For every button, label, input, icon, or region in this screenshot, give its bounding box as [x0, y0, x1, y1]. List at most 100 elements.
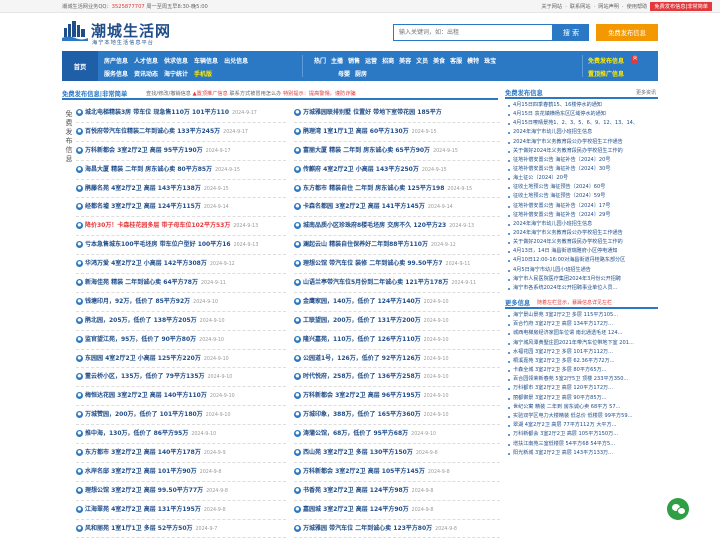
listing-title[interactable]: 新海佳苑 精装 二年到诚心卖 64平方78万 — [85, 279, 198, 286]
left-listing-link[interactable]: ● 东园园 4室2厅2卫 小高层 125平方220万 2024-9-10 — [76, 353, 229, 362]
listing-title[interactable]: 万城赞园，200万，低价了 101平方180万 — [85, 411, 203, 418]
nav-invest[interactable]: 招商 — [382, 56, 394, 65]
site-title[interactable]: 潮城生活网 — [91, 20, 171, 41]
listing-title[interactable]: 推中海，130万，低价了 86平方95万 — [85, 430, 188, 437]
listing-title[interactable]: 涛蒲公馆，68万，低价了 95平方68万 — [303, 430, 408, 437]
more-title[interactable]: 更多信息 — [505, 298, 530, 307]
nav-baby[interactable]: 母婴 — [338, 69, 350, 78]
listing-title[interactable]: 万科新都会 3室2厅2卫 高层 96平方195万 — [303, 392, 421, 399]
nav-sales[interactable]: 销售 — [348, 56, 360, 65]
more-item[interactable]: 阳光新城 3室2厅2卫 高层 143平方133万... — [505, 449, 658, 458]
more-item[interactable]: 万科新都会 3室2厅2卫 高层 105平方150万... — [505, 430, 658, 439]
mid-listing-link[interactable]: ● 时代悦府，258万，低价了 136平方258万 2024-9-10 — [294, 371, 449, 381]
left-listing-link[interactable]: ● 梅恒达花园 3室2厅2卫 高层 140平方110万 2024-9-10 — [76, 390, 235, 400]
left-listing-link[interactable]: ● 理想公馆 3室2厅2卫 高层 99.50平方77万 2024-9-8 — [76, 485, 228, 494]
nav-news[interactable]: 资讯动态 — [134, 69, 158, 78]
mid-listing-link[interactable]: ● 西山苑 3室2厅2卫 多层 130平方150万 2024-9-8 — [294, 447, 438, 457]
more-item[interactable]: 实验双学区电力大楼精装 低总价 低楼层 99平方59... — [505, 412, 658, 421]
more-item[interactable]: 桐溪嘉苑 3室2厅2卫 多层 62.36平方72万... — [505, 357, 658, 366]
news-item[interactable]: 2024年海宁市幼儿园小班招生信息 — [505, 128, 658, 137]
listing-title[interactable]: 亏本急售城东100平毛坯房 带车位户型好 100平方16 — [85, 241, 231, 248]
listing-title[interactable]: 华鸿万爱 4室2厅2卫 小高层 142平方308万 — [85, 260, 207, 267]
left-listing-link[interactable]: ● 万城赞园，200万，低价了 101平方180万 2024-9-10 — [76, 409, 231, 419]
news-item[interactable]: 海宁市各系统2024年公开招聘事业单位人员... — [505, 284, 658, 293]
nav-publish[interactable]: 免费发布信息 — [588, 56, 624, 65]
listing-title[interactable]: 城南品质小区珍珠府8楼毛坯房 交房不久 120平方23 — [303, 222, 446, 229]
nav-support[interactable]: 客服 — [450, 56, 462, 65]
nav-stats[interactable]: 海宁统计 — [164, 69, 188, 78]
mid-listing-link[interactable]: ● 万城雅园 带汽车位 二年到诚心卖 123平方80万 2024-9-8 — [294, 523, 457, 532]
news-item[interactable]: 征收土地预公告 海征预告〔2024〕60号 — [505, 183, 658, 192]
listing-title[interactable]: 东园园 4室2厅2卫 小高层 125平方220万 — [85, 355, 201, 362]
promote-link[interactable]: ▲置顶推广信息 — [193, 91, 228, 97]
mid-listing-link[interactable]: ● 东方都市 精装自住 二年到 房东诚心卖 125平方198 2024-9-15 — [294, 183, 472, 192]
mid-listing-link[interactable]: ● 万科新都会 3室2厅2卫 高层 96平方195万 2024-9-10 — [294, 390, 449, 400]
mid-listing-link[interactable]: ● 城南品质小区珍珠府8楼毛坯房 交房不久 120平方23 2024-9-13 — [294, 220, 474, 230]
manage-link[interactable]: 查找/修改/撤销信息 — [146, 91, 191, 97]
listing-title[interactable]: 山语兰亭带汽车位5月份到二年诚心卖 121平方178万 — [303, 279, 448, 286]
mid-listing-link[interactable]: ● 卡森名都园 3室2厅2卫 高层 141平方145万 2024-9-14 — [294, 201, 453, 211]
search-input[interactable] — [393, 24, 553, 41]
mid-listing-link[interactable]: ● 涛蒲公馆，68万，低价了 95平方68万 2024-9-10 — [294, 428, 436, 438]
mid-listing-link[interactable]: ● 理想公馆 带汽车位 装修 二年到诚心卖 99.50平方7 2024-9-11 — [294, 258, 470, 268]
fraud-link[interactable]: 联系方式被冒用怎么办 — [229, 91, 281, 97]
mid-listing-link[interactable]: ● 山语兰亭带汽车位5月份到二年诚心卖 121平方178万 2024-9-11 — [294, 277, 476, 287]
more-item[interactable]: 海宁景山景苑 3室2厅2卫 多层 115平方105... — [505, 311, 658, 320]
top-link-about[interactable]: 关于网站 — [541, 3, 562, 10]
nav-model[interactable]: 模特 — [467, 56, 479, 65]
left-listing-link[interactable]: ● 监官望江苑，95万，低价了 90平方80万 2024-9-10 — [76, 334, 224, 343]
more-item[interactable]: 百合园领荣新春苑 5室2厅5卫 顶楼 233平方350... — [505, 375, 658, 384]
city-skyline-logo-icon[interactable] — [62, 19, 88, 41]
qq-number[interactable]: 3525877707 — [112, 4, 145, 10]
nav-clerk[interactable]: 文员 — [416, 56, 428, 65]
nav-jewel[interactable]: 珠宝 — [484, 56, 496, 65]
nav-house[interactable]: 房产信息 — [104, 56, 128, 65]
left-listing-link[interactable]: ● 新海佳苑 精装 二年到诚心卖 64平方78万 2024-9-11 — [76, 277, 226, 287]
listing-title[interactable]: 金鹰家园，140万，低价了 124平方140万 — [303, 298, 421, 305]
mid-listing-link[interactable]: ● 金鹰家园，140万，低价了 124平方140万 2024-9-10 — [294, 296, 449, 305]
news-item[interactable]: 2024年海宁市幼儿园小班招生信息 — [505, 220, 658, 229]
news-item[interactable]: 征收土地预公告 海征预告〔2024〕59号 — [505, 192, 658, 201]
nav-hot[interactable]: 热门 — [314, 56, 326, 65]
mid-listing-link[interactable]: ● 工联望园，200万，低价了 131平方200万 2024-9-10 — [294, 315, 449, 324]
news-item[interactable]: 4月10日12:00-16:00对海昌街道丹桂路东部分区 — [505, 256, 658, 265]
mid-listing-link[interactable]: ● 万科新都会 3室2厅2卫 高层 105平方145万 2024-9-8 — [294, 466, 450, 475]
listing-title[interactable]: 嘉园城 3室2厅2卫 高层 124平方90万 — [303, 506, 409, 513]
listing-title[interactable]: 东方都市 3室2厅2卫 高层 140平方178万 — [85, 449, 201, 456]
news-item[interactable]: 4月15日四季春鹤15、16楼停水的通知 — [505, 101, 658, 110]
listing-title[interactable]: 理想公馆 3室2厅2卫 高层 99.50平方77万 — [85, 487, 203, 494]
news-item[interactable]: 关于做好2024年义务教育段民办学校招生工作的 — [505, 147, 658, 156]
more-item[interactable]: 万科都市 3室2厅2卫 高层 120平方172万... — [505, 384, 658, 393]
left-listing-link[interactable]: ● 水岸名邸 3室2厅2卫 高层 101平方90万 2024-9-8 — [76, 466, 221, 475]
news-item[interactable]: 征地补偿安置公告 海征补告〔2024〕20号 — [505, 156, 658, 165]
news-item[interactable]: 海宁市人民医院医疗集团2024年3月份公开招聘 — [505, 275, 658, 284]
nav-cars[interactable]: 车辆信息 — [194, 56, 218, 65]
mid-listing-link[interactable]: ● 嘉园城 3室2厅2卫 高层 124平方90万 2024-9-8 — [294, 504, 433, 513]
mid-listing-link[interactable]: ● 鹃理湾 1室1厅1卫 高层 60平方130万 2024-9-15 — [294, 126, 437, 135]
listing-title[interactable]: 海昌大厦 精装 二年到 房东诚心卖 80平方85万 — [85, 166, 212, 173]
left-listing-link[interactable]: ● 亏本急售城东100平毛坯房 带车位户型好 100平方16 2024-9-13 — [76, 239, 258, 249]
nav-promote[interactable]: 置顶推广信息 — [588, 69, 624, 78]
more-item[interactable]: 水福花园 3室2厅2卫 多层 101平方112万... — [505, 348, 658, 357]
listing-title[interactable]: 公园道1号，126万，低价了 92平方126万 — [303, 355, 421, 362]
left-listing-link[interactable]: ● 鹃藤名苑 4室2厅2卫 高层 143平方138万 2024-9-15 — [76, 183, 229, 192]
news-item[interactable]: 4月5日海宁市幼儿园小班招生通告 — [505, 266, 658, 275]
wechat-icon[interactable] — [667, 498, 689, 520]
nav-home[interactable]: 首页 — [62, 51, 98, 81]
listing-title[interactable]: 东方都市 精装自住 二年到 房东诚心卖 125平方198 — [303, 185, 444, 192]
listing-title[interactable]: 万城雅园联排别墅 位置好 带地下室带花园 185平方 — [303, 109, 442, 116]
left-listing-link[interactable]: ● 东方都市 3室2厅2卫 高层 140平方178万 2024-9-9 — [76, 447, 226, 457]
mid-listing-link[interactable]: ● 传麒府 4室2厅2卫 小高层 143平方250万 2024-9-15 — [294, 164, 447, 173]
left-listing-link[interactable]: ● 百悦府带汽车位精装二年到诚心卖 133平方245万 2024-9-17 — [76, 126, 248, 135]
listing-title[interactable]: 钱塘印月，92万，低价了 85平方92万 — [85, 298, 190, 305]
news-item[interactable]: 2024年海宁市义务教育段公办学校招生工作通告 — [505, 138, 658, 147]
more-item[interactable]: 增扶江南苑三室低楼层 54平方68 54平方5... — [505, 440, 658, 449]
nav-jobs[interactable]: 人才信息 — [134, 56, 158, 65]
news-item[interactable]: 关于做好2024年义务教育段民办学校招生工作的 — [505, 238, 658, 247]
mid-listing-link[interactable]: ● 澜起云山 精装自住保养好二年到88平方110万 2024-9-12 — [294, 239, 456, 249]
listing-title[interactable]: 西山苑 3室2厅2卫 多层 130平方150万 — [303, 449, 413, 456]
news-item[interactable]: 征地补偿安置公告 海征补告〔2024〕29号 — [505, 211, 658, 220]
left-listing-link[interactable]: ● 万科新都会 3室2厅2卫 高层 95平方190万 2024-9-17 — [76, 145, 231, 154]
listing-title[interactable]: 经都名墟 3室2厅2卫 高层 124平方115万 — [85, 203, 201, 210]
nav-transfer[interactable]: 出兑信息 — [224, 56, 248, 65]
